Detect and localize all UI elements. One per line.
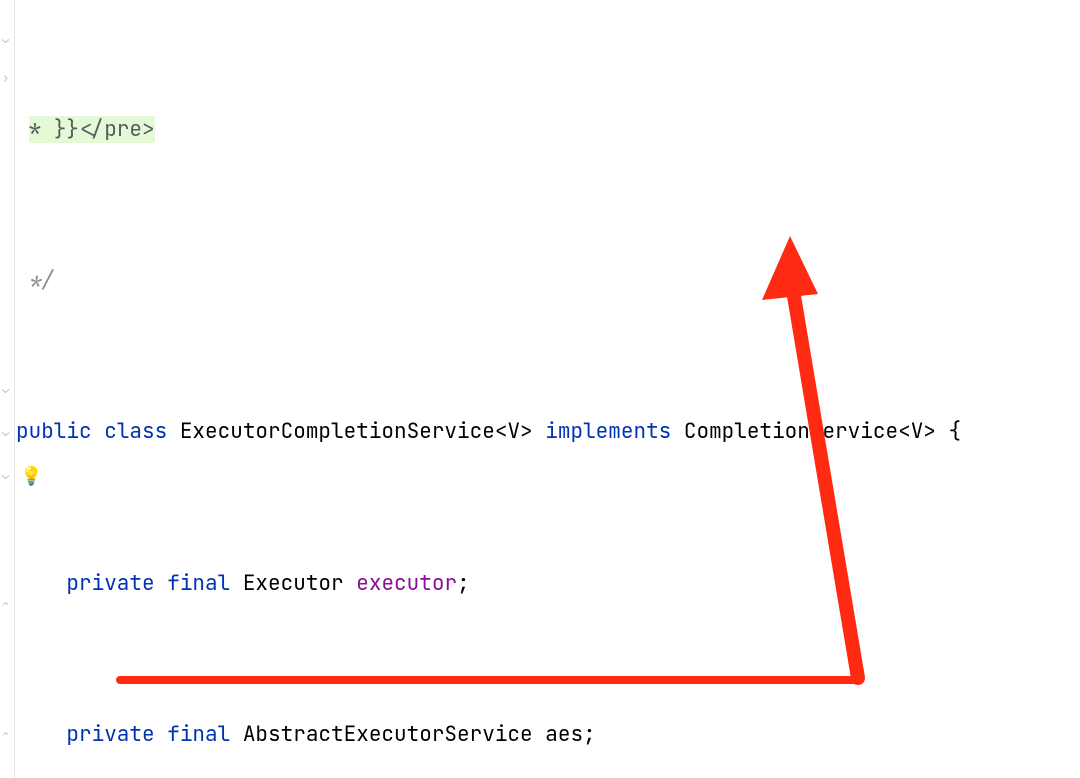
fold-marker-icon[interactable]: ⌄ (2, 34, 12, 44)
code-editor[interactable]: * }}</pre> */ public class ExecutorCompl… (16, 0, 1080, 778)
fold-marker-icon[interactable]: ⌄ (2, 427, 12, 437)
code-line[interactable]: private final AbstractExecutorService ae… (16, 713, 1080, 756)
fold-marker-icon[interactable]: ⌄ (2, 470, 12, 480)
fold-marker-icon[interactable]: › (2, 73, 12, 83)
editor-gutter: ⌄ › ⌄ ⌄ ⌄ ⌃ ⌃ (0, 0, 15, 778)
code-line[interactable]: * }}</pre> (16, 108, 1080, 151)
code-line[interactable]: */ (16, 259, 1080, 302)
javadoc-pre-end: * }}</pre> (29, 116, 155, 143)
javadoc-close: */ (16, 267, 54, 294)
code-line[interactable]: private final Executor executor; (16, 562, 1080, 605)
fold-marker-icon[interactable]: ⌄ (2, 384, 12, 394)
fold-marker-icon[interactable]: ⌃ (2, 730, 12, 740)
fold-marker-icon[interactable]: ⌃ (2, 600, 12, 610)
code-line[interactable]: public class ExecutorCompletionService<V… (16, 410, 1080, 453)
